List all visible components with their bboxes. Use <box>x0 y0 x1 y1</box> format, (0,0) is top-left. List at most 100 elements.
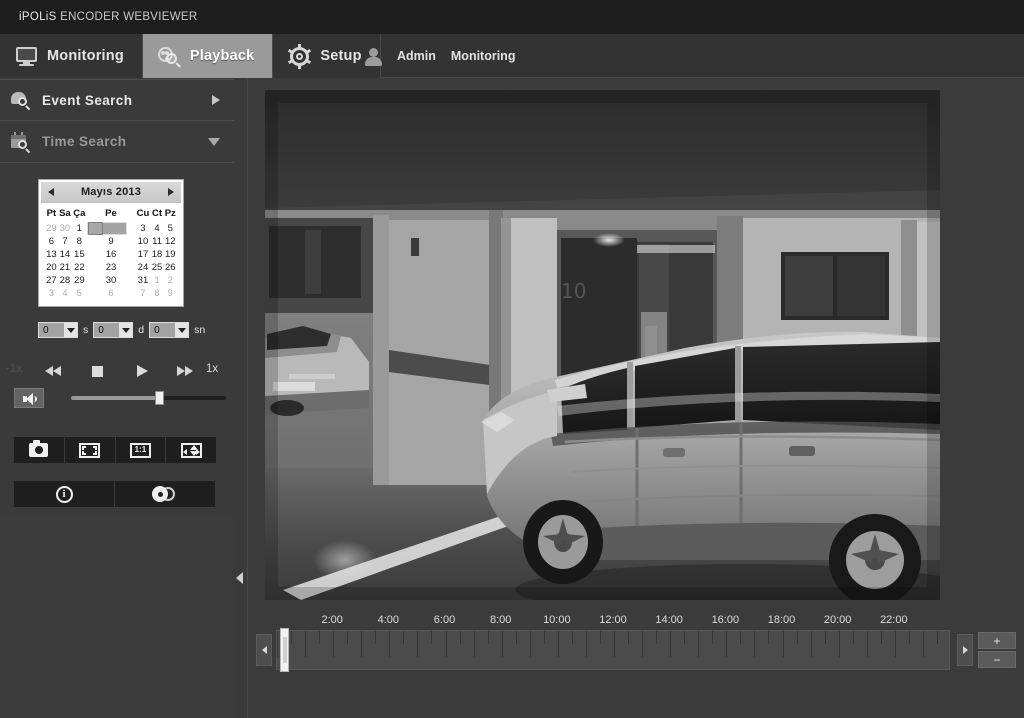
tab-playback[interactable]: Playback <box>142 34 274 78</box>
calendar-day[interactable]: 7 <box>58 235 72 248</box>
calendar-day[interactable]: 17 <box>135 248 150 261</box>
hour-select-caret[interactable] <box>64 323 77 337</box>
timeline-tick <box>515 631 517 644</box>
calendar-day[interactable]: 20 <box>45 261 58 274</box>
play-icon <box>136 365 148 377</box>
video-player[interactable]: 10 <box>265 90 940 600</box>
timeline-zoom-out-button[interactable]: − <box>978 651 1016 668</box>
timeline-tick <box>459 631 461 644</box>
backup-button[interactable] <box>115 481 215 507</box>
calendar-day[interactable]: 4 <box>151 222 164 235</box>
calendar-day[interactable]: 30 <box>87 274 136 287</box>
minute-select-caret[interactable] <box>119 323 133 337</box>
volume-slider-handle[interactable] <box>155 391 165 405</box>
calendar-day[interactable]: 16 <box>87 248 136 261</box>
snapshot-button[interactable] <box>14 437 64 463</box>
rewind-button[interactable] <box>44 361 66 381</box>
calendar-day[interactable]: 6 <box>87 287 136 300</box>
event-search-icon <box>10 89 32 111</box>
calendar-day[interactable]: 1 <box>72 222 87 235</box>
calendar-day[interactable]: 1 <box>151 274 164 287</box>
info-button[interactable]: i <box>14 481 114 507</box>
timeline-tick <box>726 631 728 657</box>
calendar-day-selected[interactable]: 2 <box>86 222 127 235</box>
timeline-tick <box>529 631 531 657</box>
chevron-right-icon <box>962 646 968 654</box>
fast-forward-button[interactable] <box>174 361 196 381</box>
minute-select[interactable]: 0 <box>93 322 134 338</box>
calendar-day[interactable]: 21 <box>58 261 72 274</box>
timeline-playhead[interactable] <box>280 628 289 672</box>
calendar-grid: Pt Sa Ça Pe Cu Ct Pz 29 30 1 2 3 4 5 6 7 8 9 10 11 12 13 14 15… <box>41 203 181 304</box>
calendar-day[interactable]: 12 <box>163 235 177 248</box>
info-icon: i <box>55 485 73 503</box>
calendar-day[interactable]: 19 <box>163 248 177 261</box>
timeline-track[interactable] <box>276 630 950 670</box>
sidebar-item-time-search[interactable]: Time Search <box>0 121 234 163</box>
user-mode-label[interactable]: Monitoring <box>451 49 516 63</box>
sidebar-item-event-search[interactable]: Event Search <box>0 79 234 121</box>
play-button[interactable] <box>131 361 153 381</box>
timeline-scroll-left-button[interactable] <box>256 634 272 666</box>
calendar-day[interactable]: 7 <box>135 287 150 300</box>
calendar-day[interactable]: 31 <box>135 274 150 287</box>
timeline-tick <box>796 631 798 644</box>
timeline-hour-labels: 2:00 4:00 6:00 8:00 10:00 12:00 14:00 16:00 18:0… <box>265 614 985 628</box>
calendar-day[interactable]: 9 <box>87 235 136 248</box>
timeline-tick <box>571 631 573 644</box>
timeline-scroll-right-button[interactable] <box>957 634 973 666</box>
calendar-day[interactable]: 24 <box>135 261 150 274</box>
calendar-day-label: 2 <box>87 222 103 235</box>
hour-select[interactable]: 0 <box>38 322 78 338</box>
calendar-day[interactable]: 28 <box>58 274 72 287</box>
timeline-tick <box>642 631 644 657</box>
calendar-day[interactable]: 4 <box>58 287 72 300</box>
calendar-day[interactable]: 26 <box>163 261 177 274</box>
calendar-day[interactable]: 27 <box>45 274 58 287</box>
calendar-day[interactable]: 5 <box>163 222 177 235</box>
volume-slider[interactable] <box>71 391 226 405</box>
calendar-day[interactable]: 6 <box>45 235 58 248</box>
calendar-day[interactable]: 8 <box>151 287 164 300</box>
timeline-zoom-in-button[interactable]: + <box>978 632 1016 649</box>
calendar-day[interactable]: 13 <box>45 248 58 261</box>
calendar-day[interactable]: 30 <box>58 222 72 235</box>
calendar-day[interactable]: 29 <box>45 222 58 235</box>
second-select[interactable]: 0 <box>149 322 190 338</box>
timeline-tick <box>585 631 587 657</box>
calendar-day[interactable]: 29 <box>72 274 87 287</box>
calendar-day[interactable]: 9 <box>163 287 177 300</box>
fullscreen-button[interactable] <box>64 437 115 463</box>
calendar-day[interactable]: 22 <box>72 261 87 274</box>
tab-monitoring[interactable]: Monitoring <box>0 34 143 78</box>
calendar-day[interactable]: 8 <box>72 235 87 248</box>
calendar-day[interactable]: 10 <box>135 235 150 248</box>
timeline-label-12-00: 12:00 <box>599 614 627 626</box>
collapse-left-icon[interactable] <box>236 572 243 584</box>
calendar-day[interactable]: 14 <box>58 248 72 261</box>
nav-tab-list: Monitoring Playback Setup <box>0 34 381 78</box>
timeline-tick <box>473 631 475 657</box>
calendar-day[interactable]: 15 <box>72 248 87 261</box>
calendar-day[interactable]: 18 <box>151 248 164 261</box>
calendar-day[interactable]: 3 <box>135 222 150 235</box>
calendar-day[interactable]: 25 <box>151 261 164 274</box>
timeline-tick <box>866 631 868 657</box>
forward-speed-label: 1x <box>206 363 219 375</box>
calendar-day[interactable]: 2 <box>163 274 177 287</box>
calendar-day[interactable]: 5 <box>72 287 87 300</box>
calendar-prev-month-button[interactable] <box>48 188 54 196</box>
calendar-next-month-button[interactable] <box>167 188 174 196</box>
second-select-caret[interactable] <box>175 323 189 337</box>
calendar-day[interactable]: 3 <box>45 287 58 300</box>
mute-button[interactable] <box>14 388 44 408</box>
calendar-day[interactable]: 23 <box>87 261 136 274</box>
fit-to-screen-button[interactable] <box>166 437 216 463</box>
actual-size-button[interactable]: 1:1 <box>115 437 166 463</box>
chevron-down-icon <box>121 327 130 333</box>
timeline-tick <box>852 631 854 644</box>
timeline-tick <box>810 631 812 657</box>
stop-button[interactable] <box>87 361 109 381</box>
chevron-down-icon <box>177 327 186 333</box>
calendar-day[interactable]: 11 <box>151 235 164 248</box>
